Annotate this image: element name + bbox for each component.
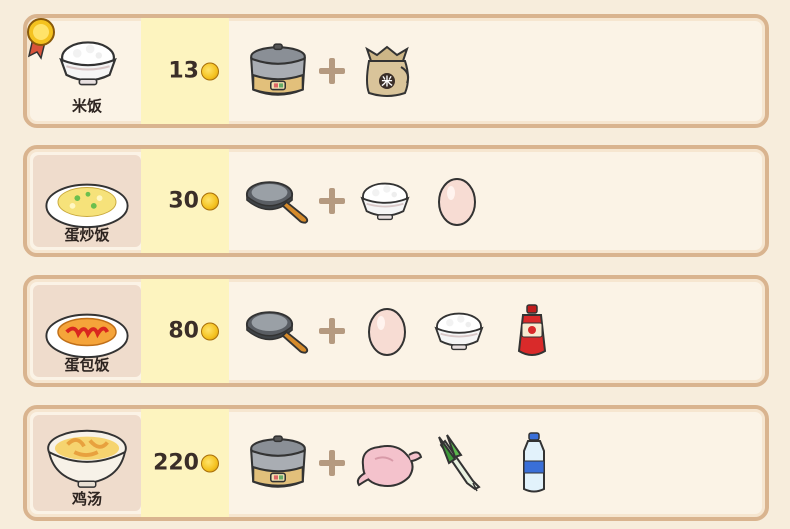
price-cell: 30 [141, 149, 229, 253]
plus-icon [319, 450, 345, 476]
rice-cooker-icon [245, 432, 311, 494]
coin-icon [201, 454, 219, 472]
dish-cell: 蛋炒饭 [33, 155, 141, 247]
egg-icon [435, 175, 479, 227]
coin-icon [201, 192, 219, 210]
dish-cell: 鸡汤 [33, 415, 141, 511]
price: 220 [153, 451, 219, 476]
dish-name: 米饭 [71, 97, 102, 115]
price-value: 220 [153, 450, 199, 476]
ingredients [239, 409, 765, 517]
ketchup-icon [515, 303, 549, 359]
recipe-row-chicken-soup[interactable]: 鸡汤 220 [23, 405, 769, 521]
ingredients [239, 149, 765, 253]
water-bottle-icon [519, 431, 549, 495]
price-cell: 220 [141, 409, 229, 517]
price-cell: 13 [141, 18, 229, 124]
price: 30 [168, 189, 219, 214]
price-value: 13 [168, 58, 199, 84]
frying-pan-icon [245, 307, 311, 355]
coin-icon [201, 322, 219, 340]
chicken-soup-icon [43, 423, 131, 491]
plus-icon [319, 318, 345, 344]
frying-pan-icon [245, 177, 311, 225]
price-value: 80 [168, 318, 199, 344]
recipe-row-rice[interactable]: 米饭 13 米 [23, 14, 769, 128]
raw-chicken-icon [353, 435, 423, 491]
medal-icon [27, 18, 55, 60]
egg-icon [365, 305, 409, 357]
dish-name: 鸡汤 [71, 490, 102, 508]
price-cell: 80 [141, 279, 229, 383]
omurice-icon [43, 303, 131, 361]
plus-icon [319, 188, 345, 214]
dish-cell: 蛋包饭 [33, 285, 141, 377]
coin-icon [201, 62, 219, 80]
rice-bowl-icon [431, 308, 487, 354]
rice-cooker-icon [245, 40, 311, 102]
recipe-row-fried-rice[interactable]: 蛋炒饭 30 [23, 145, 769, 257]
dish-name: 蛋炒饭 [64, 226, 110, 244]
rice-sack-label: 米 [381, 75, 393, 88]
recipe-row-omurice[interactable]: 蛋包饭 80 [23, 275, 769, 387]
price-value: 30 [168, 188, 199, 214]
plus-icon [319, 58, 345, 84]
price: 13 [168, 59, 219, 84]
rice-bowl-icon [357, 178, 413, 224]
dish-name: 蛋包饭 [64, 356, 110, 374]
ingredients [239, 279, 765, 383]
rice-sack-icon: 米 [357, 43, 417, 99]
ingredients: 米 [239, 18, 765, 124]
fried-rice-icon [43, 173, 131, 231]
green-onion-icon [435, 433, 485, 493]
price: 80 [168, 319, 219, 344]
